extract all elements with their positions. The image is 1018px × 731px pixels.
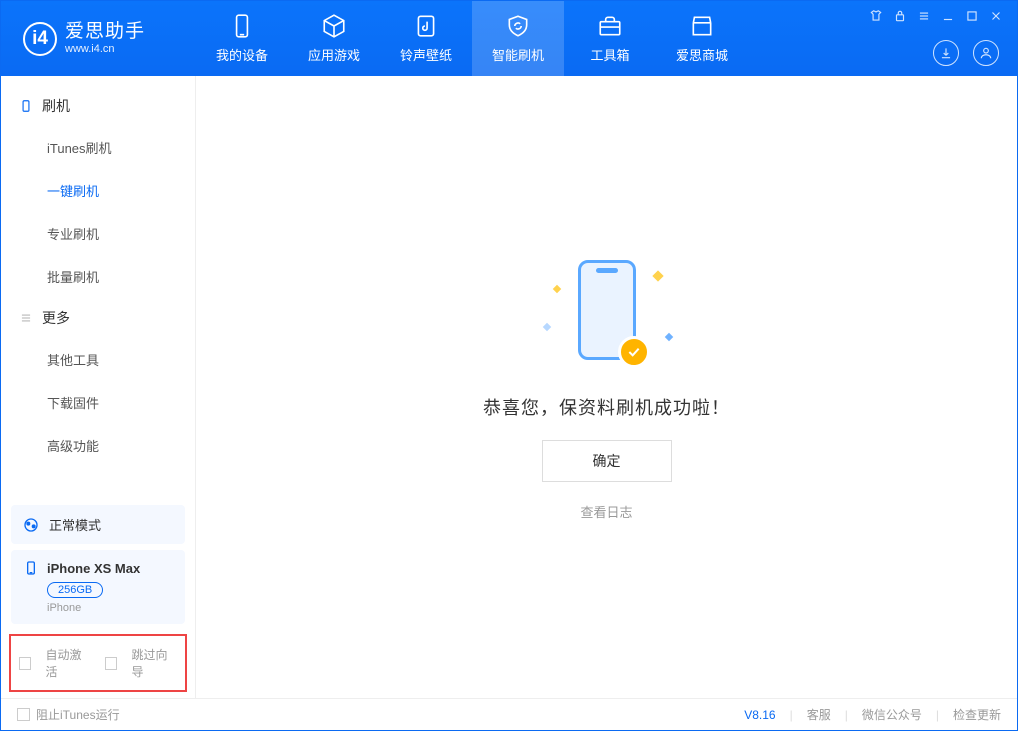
download-icon (939, 46, 953, 60)
sparkle-icon (652, 270, 663, 281)
list-icon (19, 311, 33, 325)
sidebar-item-batch-flash[interactable]: 批量刷机 (1, 255, 195, 298)
menu-icon[interactable] (917, 9, 931, 23)
device-name: iPhone XS Max (47, 561, 140, 576)
nav-store[interactable]: 爱思商城 (656, 1, 748, 76)
nav-apps-games[interactable]: 应用游戏 (288, 1, 380, 76)
nav-ringtone-wallpaper[interactable]: 铃声壁纸 (380, 1, 472, 76)
mode-card[interactable]: 正常模式 (11, 505, 185, 544)
sidebar-group-more[interactable]: 更多 (1, 298, 195, 338)
device-type: iPhone (47, 602, 173, 614)
group-title: 更多 (42, 308, 70, 328)
device-capacity: 256GB (47, 582, 103, 598)
sidebar-item-itunes-flash[interactable]: iTunes刷机 (1, 126, 195, 169)
toolbox-icon (597, 13, 623, 39)
success-illustration (542, 254, 672, 374)
window-controls (869, 9, 1003, 23)
separator: | (790, 708, 793, 722)
footer-link-support[interactable]: 客服 (807, 706, 831, 723)
checkbox-row-highlighted: 自动激活 跳过向导 (9, 634, 187, 692)
nav-toolbox[interactable]: 工具箱 (564, 1, 656, 76)
app-url: www.i4.cn (65, 43, 145, 55)
sidebar-item-pro-flash[interactable]: 专业刷机 (1, 212, 195, 255)
body: 刷机 iTunes刷机 一键刷机 专业刷机 批量刷机 更多 其他工具 下载固件 … (1, 76, 1017, 698)
checkbox-label: 跳过向导 (131, 646, 177, 680)
nav-label: 铃声壁纸 (400, 45, 452, 64)
nav-label: 智能刷机 (492, 45, 544, 64)
ok-button[interactable]: 确定 (542, 440, 672, 482)
music-file-icon (413, 13, 439, 39)
separator: | (936, 708, 939, 722)
sparkle-icon (552, 284, 560, 292)
view-log-link[interactable]: 查看日志 (580, 502, 632, 521)
sidebar-item-oneclick-flash[interactable]: 一键刷机 (1, 169, 195, 212)
sparkle-icon (542, 322, 550, 330)
footer-link-update[interactable]: 检查更新 (953, 706, 1001, 723)
nav-label: 我的设备 (216, 45, 268, 64)
minimize-icon[interactable] (941, 9, 955, 23)
user-button[interactable] (973, 40, 999, 66)
cube-icon (321, 13, 347, 39)
nav-label: 爱思商城 (676, 45, 728, 64)
refresh-shield-icon (505, 13, 531, 39)
sidebar-item-advanced[interactable]: 高级功能 (1, 424, 195, 467)
group-title: 刷机 (42, 96, 70, 116)
nav-label: 应用游戏 (308, 45, 360, 64)
sidebar-item-other-tools[interactable]: 其他工具 (1, 338, 195, 381)
store-icon (689, 13, 715, 39)
user-icon (979, 46, 993, 60)
footer: 阻止iTunes运行 V8.16 | 客服 | 微信公众号 | 检查更新 (1, 698, 1017, 730)
app-title: 爱思助手 (65, 22, 145, 43)
maximize-icon[interactable] (965, 9, 979, 23)
sidebar-group-flash[interactable]: 刷机 (1, 86, 195, 126)
tshirt-icon[interactable] (869, 9, 883, 23)
device-card[interactable]: iPhone XS Max 256GB iPhone (11, 550, 185, 624)
footer-right: V8.16 | 客服 | 微信公众号 | 检查更新 (744, 706, 1001, 723)
nav-smart-flash[interactable]: 智能刷机 (472, 1, 564, 76)
footer-label: 阻止iTunes运行 (36, 706, 120, 723)
mode-icon (23, 517, 39, 533)
logo-area[interactable]: i4 爱思助手 www.i4.cn (1, 22, 196, 56)
sidebar-item-download-firmware[interactable]: 下载固件 (1, 381, 195, 424)
nav-label: 工具箱 (590, 45, 629, 64)
separator: | (845, 708, 848, 722)
header: i4 爱思助手 www.i4.cn 我的设备 应用游戏 铃声壁纸 智能刷机 (1, 1, 1017, 76)
version-label: V8.16 (744, 708, 775, 722)
logo-icon: i4 (23, 22, 57, 56)
download-button[interactable] (933, 40, 959, 66)
success-message: 恭喜您，保资料刷机成功啦！ (483, 394, 730, 420)
check-badge-icon (618, 336, 650, 368)
footer-link-wechat[interactable]: 微信公众号 (862, 706, 922, 723)
close-icon[interactable] (989, 9, 1003, 23)
sidebar-bottom: 正常模式 iPhone XS Max 256GB iPhone 自动激活 跳过向… (1, 499, 195, 698)
checkbox-block-itunes[interactable] (17, 708, 30, 721)
main-content: 恭喜您，保资料刷机成功啦！ 确定 查看日志 (196, 76, 1017, 698)
checkbox-skip-guide[interactable] (105, 657, 117, 670)
sidebar: 刷机 iTunes刷机 一键刷机 专业刷机 批量刷机 更多 其他工具 下载固件 … (1, 76, 196, 698)
lock-icon[interactable] (893, 9, 907, 23)
phone-icon (229, 13, 255, 39)
device-icon (23, 560, 39, 576)
phone-small-icon (19, 99, 33, 113)
app-window: i4 爱思助手 www.i4.cn 我的设备 应用游戏 铃声壁纸 智能刷机 (0, 0, 1018, 731)
nav-my-device[interactable]: 我的设备 (196, 1, 288, 76)
checkbox-label: 自动激活 (45, 646, 91, 680)
sparkle-icon (664, 332, 672, 340)
checkbox-auto-activate[interactable] (19, 657, 31, 670)
top-nav: 我的设备 应用游戏 铃声壁纸 智能刷机 工具箱 爱思商城 (196, 1, 748, 76)
header-bottom-icons (933, 40, 999, 66)
mode-label: 正常模式 (49, 515, 101, 534)
